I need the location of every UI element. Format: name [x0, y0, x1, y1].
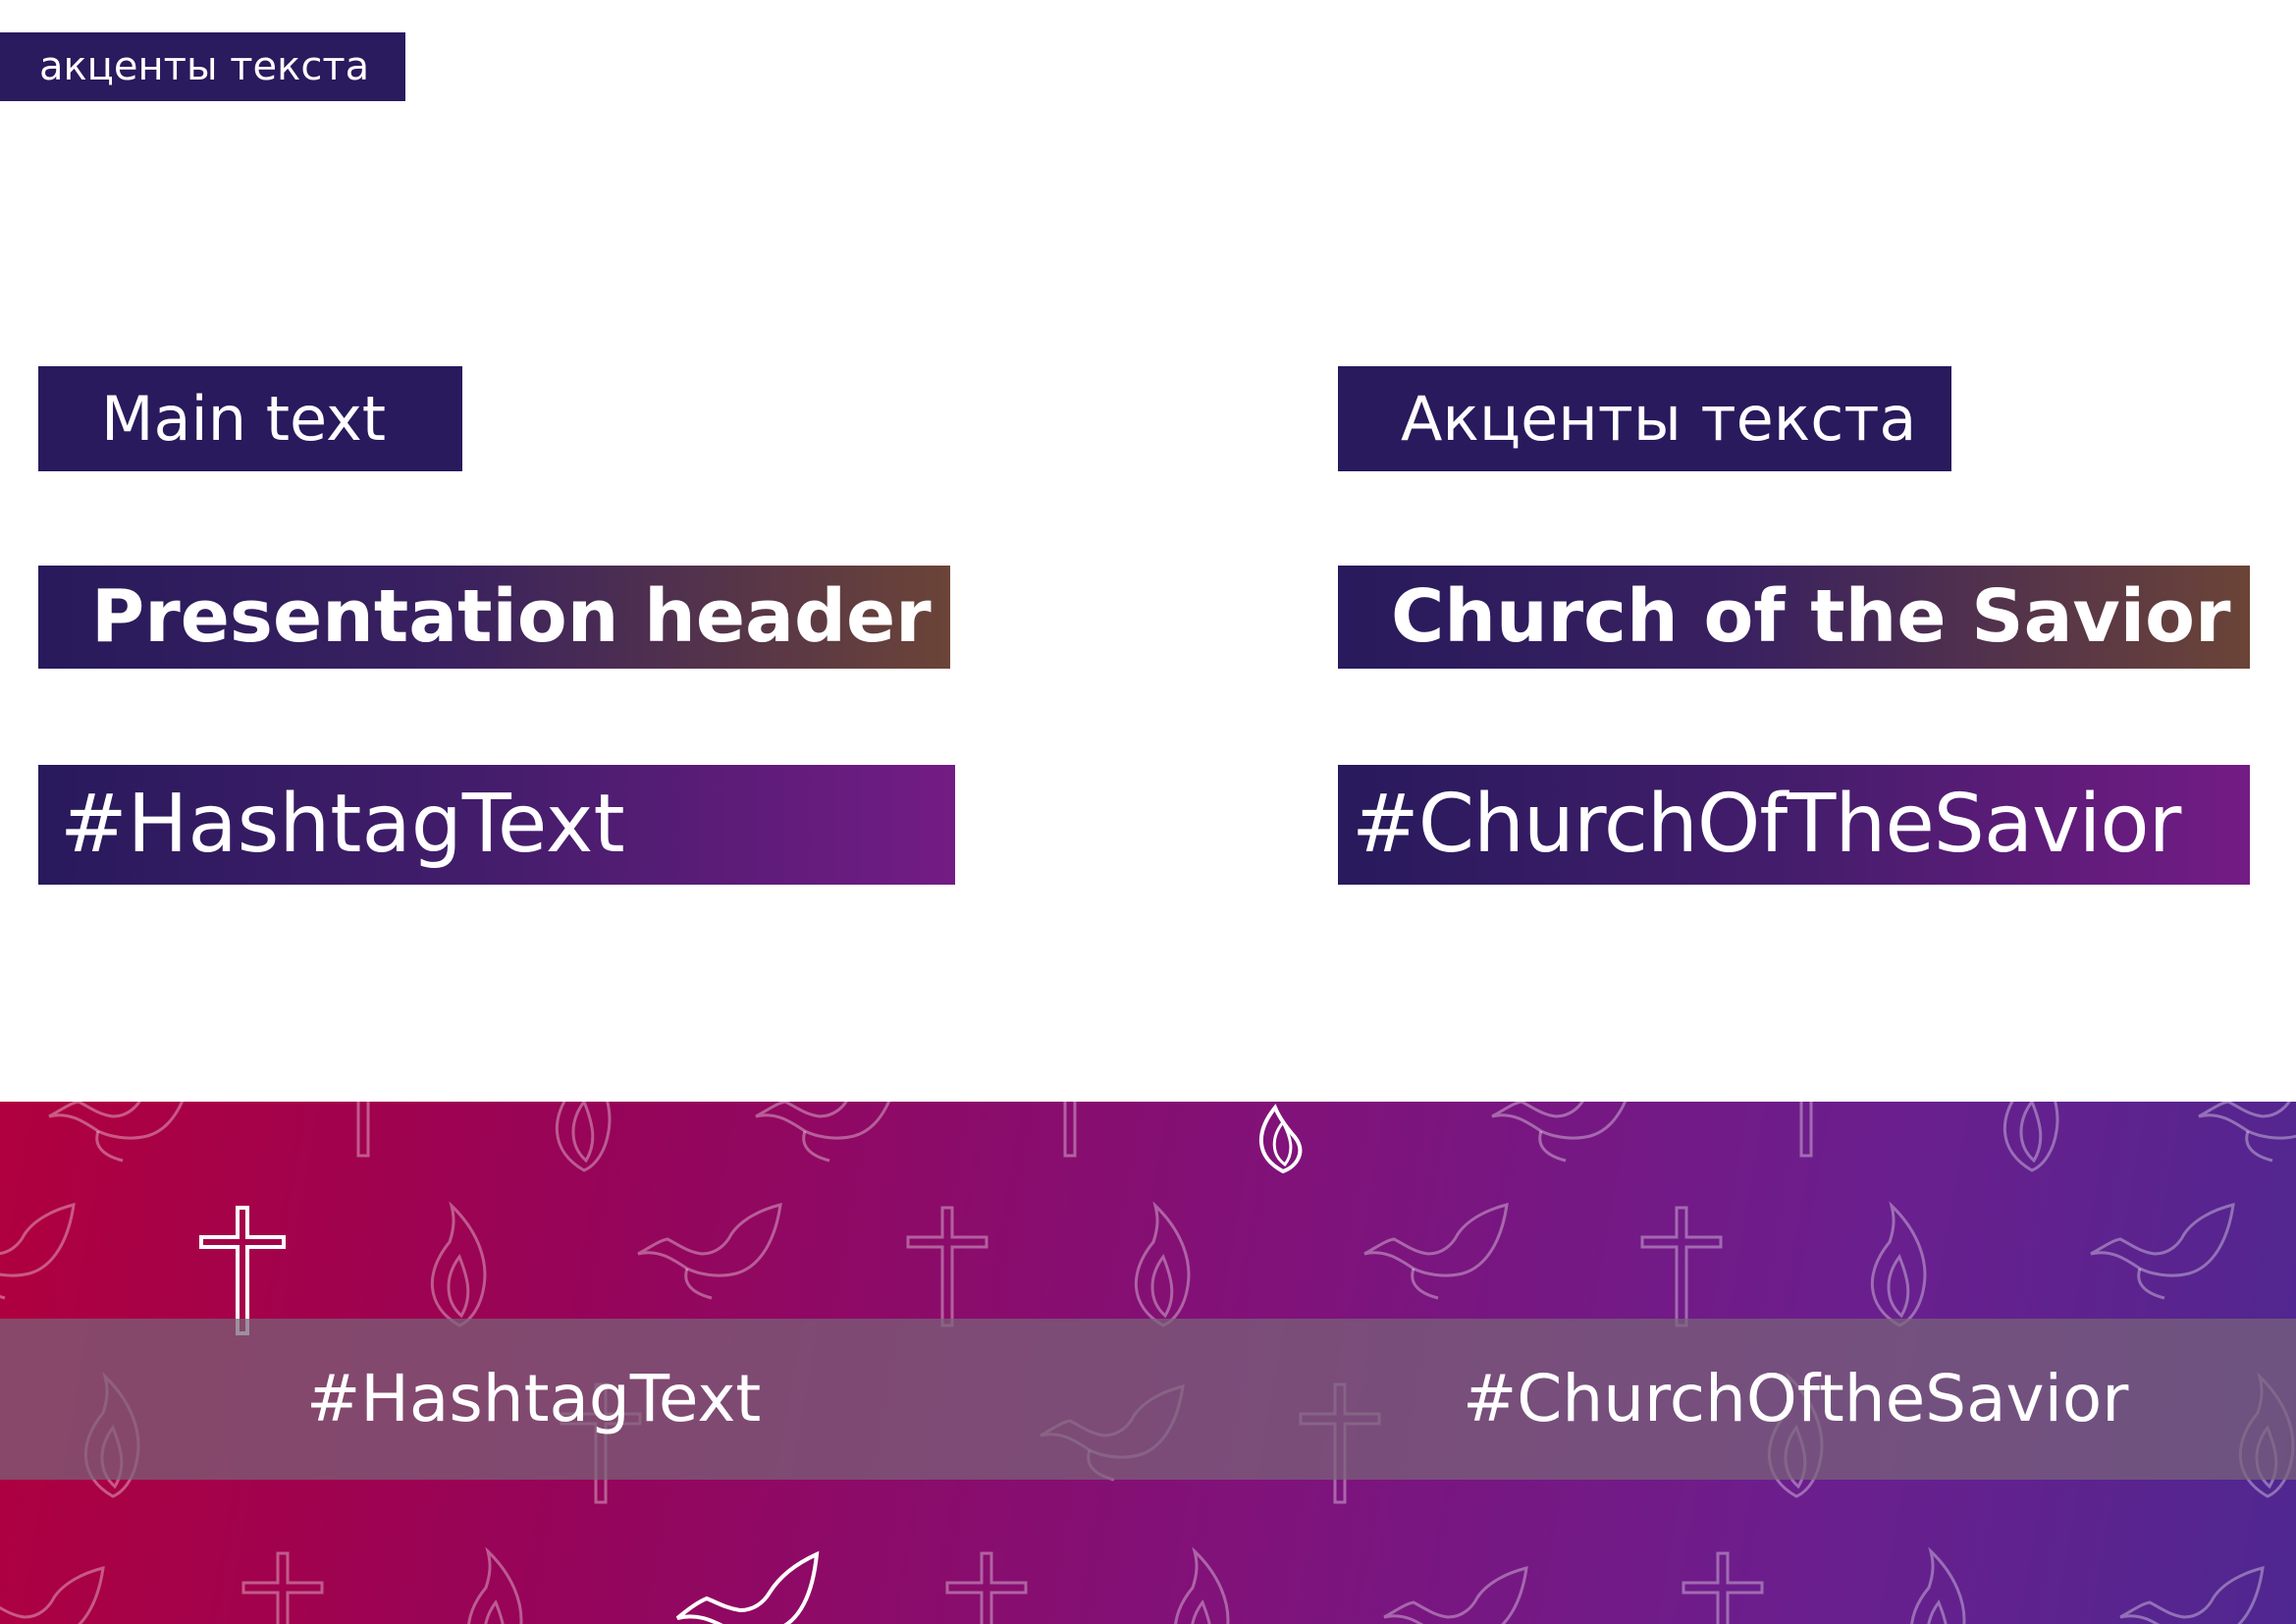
cross-icon: [199, 1206, 286, 1335]
hashtag-sample-right: #ChurchOfTheSavior: [1338, 765, 2250, 885]
banner-hashtag-left: #HashtagText: [306, 1361, 762, 1436]
section-tag: акценты текста: [0, 32, 405, 101]
accent-text-sample: Акценты текста: [1338, 366, 1951, 471]
banner-hashtag-right: #ChurchOftheSavior: [1463, 1361, 2129, 1436]
church-header-sample: Church of the Savior: [1338, 566, 2250, 669]
main-text-sample: Main text: [38, 366, 462, 471]
hashtag-sample-left: #HashtagText: [38, 765, 955, 885]
flame-icon: [1259, 1104, 1303, 1174]
dove-icon: [675, 1550, 820, 1624]
presentation-header-sample: Presentation header: [38, 566, 950, 669]
